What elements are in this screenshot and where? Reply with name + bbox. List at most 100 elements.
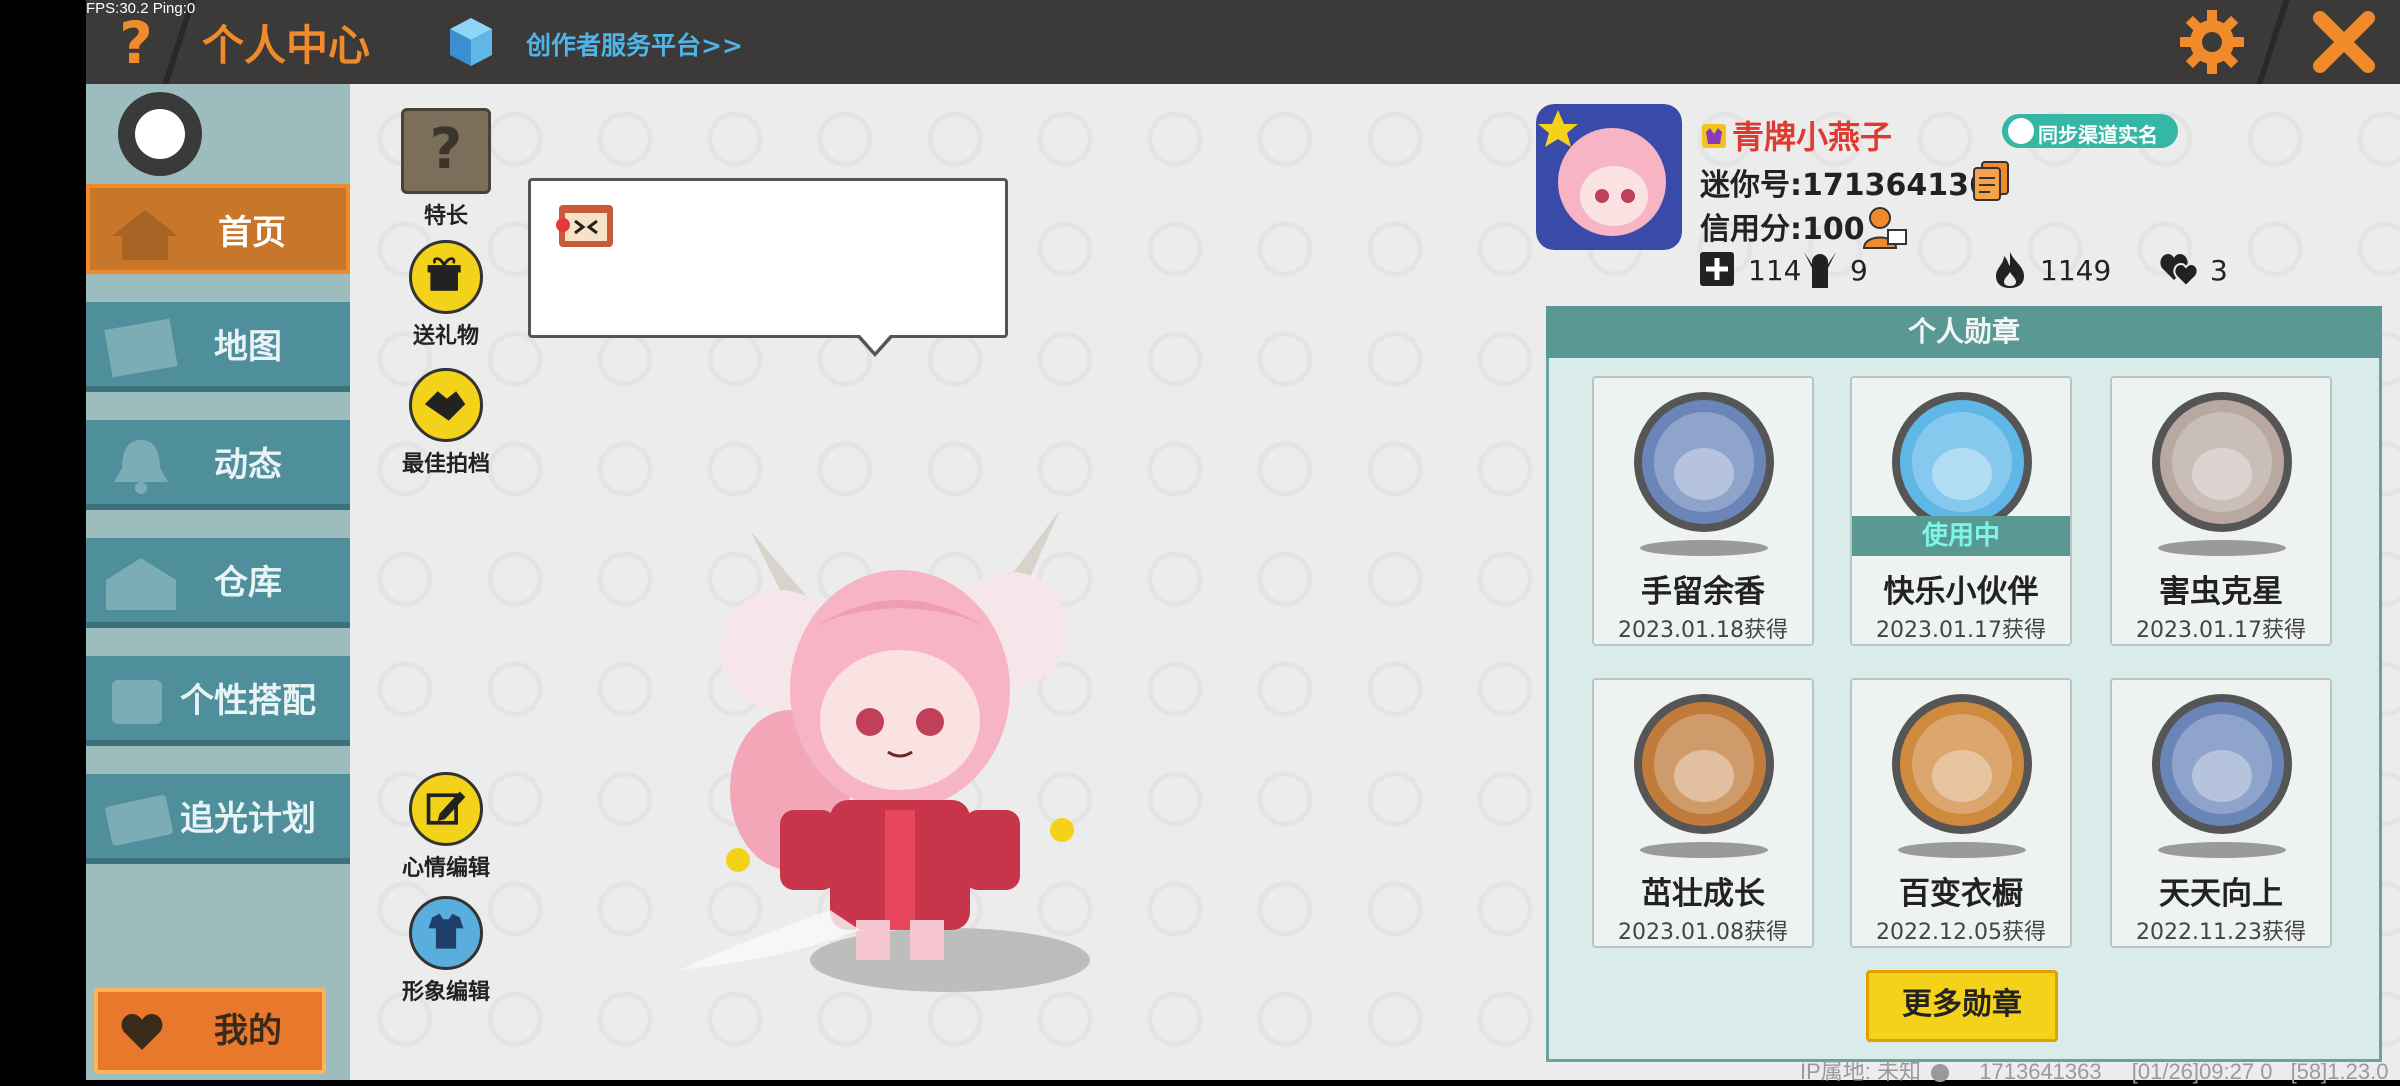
mood-emoji-icon: [556, 205, 613, 247]
medal-date: 2022.12.05获得: [1876, 920, 2046, 945]
medal-shadow: [2158, 540, 2286, 556]
divider: [2256, 0, 2290, 84]
likes-stat[interactable]: 3: [2160, 248, 2260, 292]
avatar-edit-tool[interactable]: 形象编辑: [396, 896, 496, 1006]
close-icon[interactable]: [2308, 6, 2380, 78]
mine-label: 我的: [214, 1011, 282, 1051]
mood-speech-bubble[interactable]: [528, 178, 1008, 357]
heart-icon: [121, 1014, 163, 1050]
medal-name: 天天向上: [2159, 876, 2283, 912]
more-medals-button[interactable]: 更多勋章: [1866, 970, 2058, 1042]
sidebar-item-light-plan[interactable]: 追光计划: [86, 774, 350, 864]
gift-icon: [409, 240, 483, 314]
popularity-count: 1149: [2040, 254, 2112, 287]
toggle-button[interactable]: [118, 92, 202, 176]
username: 青牌小燕子: [1732, 118, 1893, 156]
edit-icon: [409, 772, 483, 846]
tool-label: 形象编辑: [401, 980, 490, 1005]
medal-icon: [1892, 694, 2032, 834]
credit-score: 信用分:100: [1700, 212, 1865, 247]
medal-card[interactable]: 手留余香 2023.01.18获得: [1592, 376, 1814, 646]
likes-count: 3: [2210, 254, 2228, 287]
medal-card[interactable]: 百变衣橱 2022.12.05获得: [1850, 678, 2072, 948]
sidebar-item-label: 首页: [218, 213, 286, 253]
mine-button[interactable]: 我的: [94, 988, 326, 1074]
copy-icon[interactable]: [1972, 160, 2010, 202]
sidebar-item-map[interactable]: 地图: [86, 302, 350, 392]
medal-name: 害虫克星: [2159, 574, 2283, 610]
fans-icon: [1804, 252, 1836, 288]
mini-id: 迷你号:1713641363: [1700, 168, 2011, 203]
hearts-icon: [2160, 254, 2199, 288]
medal-card[interactable]: 害虫克星 2023.01.17获得: [2110, 376, 2332, 646]
footer-time: [01/26]09:27 0: [2131, 1059, 2273, 1084]
sidebar-item-feed[interactable]: 动态: [86, 420, 350, 510]
tool-label: 送礼物: [412, 324, 479, 349]
footer-version: [58]1.23.0: [2290, 1059, 2389, 1084]
bubble-tail-fill: [860, 335, 890, 352]
in-use-badge: 使用中: [1852, 516, 2070, 556]
medal-shadow: [1640, 842, 1768, 858]
medal-card[interactable]: 使用中快乐小伙伴 2023.01.17获得: [1850, 376, 2072, 646]
medal-card[interactable]: 天天向上 2022.11.23获得: [2110, 678, 2332, 948]
specialty-tool[interactable]: ? 特长: [396, 108, 496, 230]
page-title: 个人中心: [202, 21, 371, 70]
medal-date: 2023.01.08获得: [1618, 920, 1788, 945]
ip-location: IP属地: 未知: [1800, 1059, 1922, 1084]
medal-icon: [2152, 392, 2292, 532]
medal-name: 快乐小伙伴: [1883, 574, 2039, 610]
sidebar-item-label: 地图: [214, 327, 282, 367]
medal-shadow: [1898, 842, 2026, 858]
flame-icon: [1996, 252, 2024, 288]
medal-date: 2022.11.23获得: [2136, 920, 2306, 945]
sidebar-item-label: 仓库: [214, 563, 282, 603]
question-box-icon: ?: [401, 108, 491, 194]
medal-icon: [1892, 392, 2032, 532]
medal-icon: [1634, 694, 1774, 834]
fps-readout: FPS:30.2 Ping:0: [86, 0, 196, 17]
cube-icon: [450, 18, 492, 66]
sidebar-item-warehouse[interactable]: 仓库: [86, 538, 350, 628]
toggle-dot: [135, 109, 185, 159]
tool-label: 最佳拍档: [401, 452, 490, 477]
medal-panel-title: 个人勋章: [1546, 306, 2382, 358]
medal-date: 2023.01.17获得: [1876, 618, 2046, 643]
top-bar: ? 个人中心 创作者服务平台>>: [86, 0, 2400, 84]
creator-platform-link[interactable]: 创作者服务平台>>: [526, 26, 743, 62]
player-character: [680, 510, 1090, 992]
credit-person-icon[interactable]: [1862, 204, 1908, 250]
footer-id: 1713641363: [1979, 1059, 2102, 1084]
fans-stat[interactable]: 9: [1800, 248, 1900, 292]
popularity-stat[interactable]: 1149: [1990, 248, 2130, 292]
medal-icon: [2152, 694, 2292, 834]
sidebar-item-outfit[interactable]: 个性搭配: [86, 656, 350, 746]
gear-icon[interactable]: [2176, 6, 2248, 78]
gift-tool[interactable]: 送礼物: [396, 240, 496, 350]
fans-count: 9: [1850, 254, 1868, 287]
medal-card[interactable]: 茁壮成长 2023.01.08获得: [1592, 678, 1814, 948]
medal-icon: [1634, 392, 1774, 532]
best-photo-tool[interactable]: 最佳拍档: [396, 368, 496, 478]
sidebar-item-label: 个性搭配: [180, 681, 316, 721]
sync-label: 同步渠道实名: [2038, 123, 2158, 147]
rank-badge-icon: [1702, 124, 1726, 148]
sidebar-item-label: 追光计划: [180, 799, 316, 839]
medal-date: 2023.01.18获得: [1618, 618, 1788, 643]
follows-count: 114: [1748, 254, 1802, 287]
sidebar-item-home[interactable]: 首页: [86, 184, 350, 274]
medal-name: 手留余香: [1641, 574, 1765, 610]
info-icon[interactable]: [1931, 1064, 1950, 1083]
sidebar-item-label: 动态: [214, 445, 282, 485]
tool-label: 心情编辑: [401, 856, 490, 881]
medal-name: 茁壮成长: [1641, 876, 1765, 912]
plus-icon: [1700, 252, 1734, 286]
tool-label: 特长: [423, 204, 468, 229]
person-icon: [2008, 118, 2034, 144]
help-button[interactable]: ?: [106, 8, 166, 78]
medal-shadow: [2158, 842, 2286, 858]
clothing-icon: [409, 896, 483, 970]
sync-realname-button[interactable]: 同步渠道实名: [2002, 114, 2178, 148]
mood-edit-tool[interactable]: 心情编辑: [396, 772, 496, 882]
user-avatar[interactable]: [1536, 104, 1682, 250]
medal-shadow: [1640, 540, 1768, 556]
